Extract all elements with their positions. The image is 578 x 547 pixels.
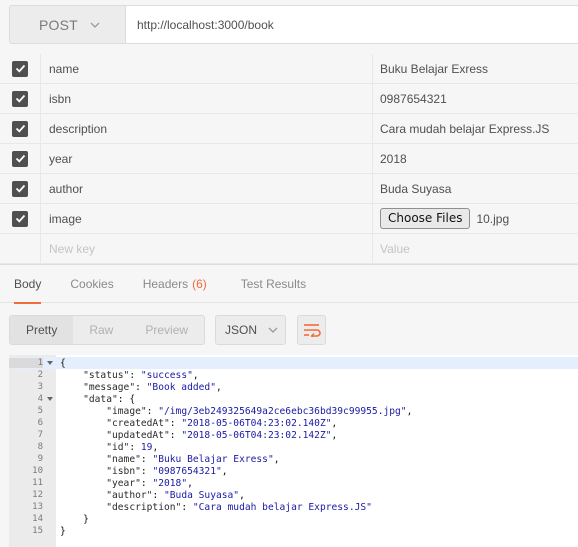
param-value[interactable]: 0987654321 [373,84,578,114]
code-line: 14 } [32,513,89,525]
view-mode-group: Pretty Raw Preview [9,315,206,345]
param-row: name Buku Belajar Exress [0,53,578,84]
format-select[interactable]: JSON [215,315,287,345]
param-key[interactable]: year [41,143,373,174]
fold-arrow-icon[interactable] [43,360,56,366]
param-value[interactable]: Cara mudah belajar Express.JS [373,114,578,144]
tab-test-results[interactable]: Test Results [241,265,306,303]
check-icon [15,184,25,193]
param-value[interactable]: Buda Suyasa [373,174,578,204]
pretty-button[interactable]: Pretty [10,316,74,344]
url-input[interactable]: http://localhost:3000/book [125,5,578,44]
param-row: image Choose Files 10.jpg [0,203,578,234]
code-line: 5 "image": "/img/3eb249325649a2ce6ebc36b… [37,405,413,417]
tab-headers[interactable]: Headers (6) [143,265,207,303]
check-icon [15,214,25,223]
checkbox[interactable] [12,150,28,167]
method-label: POST [39,16,78,33]
code-line: 4 "data": { [37,393,136,405]
param-key[interactable]: image [41,203,373,234]
code-line: 15} [32,525,66,537]
checkbox[interactable] [12,210,28,227]
tab-cookies[interactable]: Cookies [70,265,113,303]
new-param-row: New key Value [0,233,578,264]
new-key-input[interactable]: New key [41,233,373,264]
format-label: JSON [225,323,258,337]
raw-button[interactable]: Raw [73,316,129,344]
code-line: 1{ [9,357,578,369]
tab-headers-label: Headers [142,276,189,291]
url-text: http://localhost:3000/book [137,17,274,32]
param-key[interactable]: isbn [41,83,373,114]
tab-body[interactable]: Body [14,265,42,304]
request-bar: POST http://localhost:3000/book [9,5,578,44]
tab-test-results-label: Test Results [240,276,307,291]
param-row: description Cara mudah belajar Express.J… [0,113,578,144]
wrap-lines-button[interactable] [297,315,327,345]
wrap-lines-icon [303,324,321,337]
checkbox[interactable] [12,180,28,197]
param-row: isbn 0987654321 [0,83,578,114]
checkbox[interactable] [12,120,28,137]
code-line: 8 "id": 19, [37,441,159,453]
new-value-input[interactable]: Value [373,234,578,264]
code-line: 10 "isbn": "0987654321", [32,465,228,477]
param-value[interactable]: 2018 [373,144,578,174]
check-icon [15,94,25,103]
method-select[interactable]: POST [9,5,125,44]
response-tabs: Body Cookies Headers (6) Test Results [0,265,578,304]
checkbox[interactable] [12,60,28,77]
check-icon [15,154,25,163]
form-data-table: name Buku Belajar Exress isbn 0987654321… [0,53,578,264]
param-row: year 2018 [0,143,578,174]
chevron-down-icon [268,327,278,333]
chevron-down-icon [90,22,100,28]
tab-cookies-label: Cookies [70,276,114,291]
choose-files-button[interactable]: Choose Files [380,208,471,229]
check-icon [15,64,25,73]
fold-arrow-icon[interactable] [43,396,56,402]
code-line: 11 "year": "2018", [32,477,193,489]
preview-button[interactable]: Preview [129,316,204,344]
param-value[interactable]: Buku Belajar Exress [373,54,578,84]
param-key[interactable]: author [41,173,373,204]
response-toolbar: Pretty Raw Preview JSON [9,315,327,345]
code-line: 2 "status": "success", [37,369,199,381]
response-body-editor[interactable]: 1{ 2 "status": "success", 3 "message": "… [9,355,578,547]
code-line: 6 "createdAt": "2018-05-06T04:23:02.140Z… [37,417,338,429]
code-line: 3 "message": "Book added", [37,381,222,393]
code-line: 7 "updatedAt": "2018-05-06T04:23:02.142Z… [37,429,338,441]
headers-count-badge: (6) [192,276,207,291]
check-icon [15,124,25,133]
code-line: 12 "author": "Buda Suyasa", [32,489,245,501]
param-key[interactable]: name [41,53,373,84]
tab-body-label: Body [14,276,42,291]
checkbox[interactable] [12,90,28,107]
param-value: Choose Files 10.jpg [373,204,578,234]
param-row: author Buda Suyasa [0,173,578,204]
code-line: 9 "name": "Buku Belajar Exress", [37,453,280,465]
param-key[interactable]: description [41,113,373,144]
file-name: 10.jpg [476,211,510,226]
code-line: 13 "description": "Cara mudah belajar Ex… [32,501,372,513]
empty-checkbox-cell [0,233,41,264]
